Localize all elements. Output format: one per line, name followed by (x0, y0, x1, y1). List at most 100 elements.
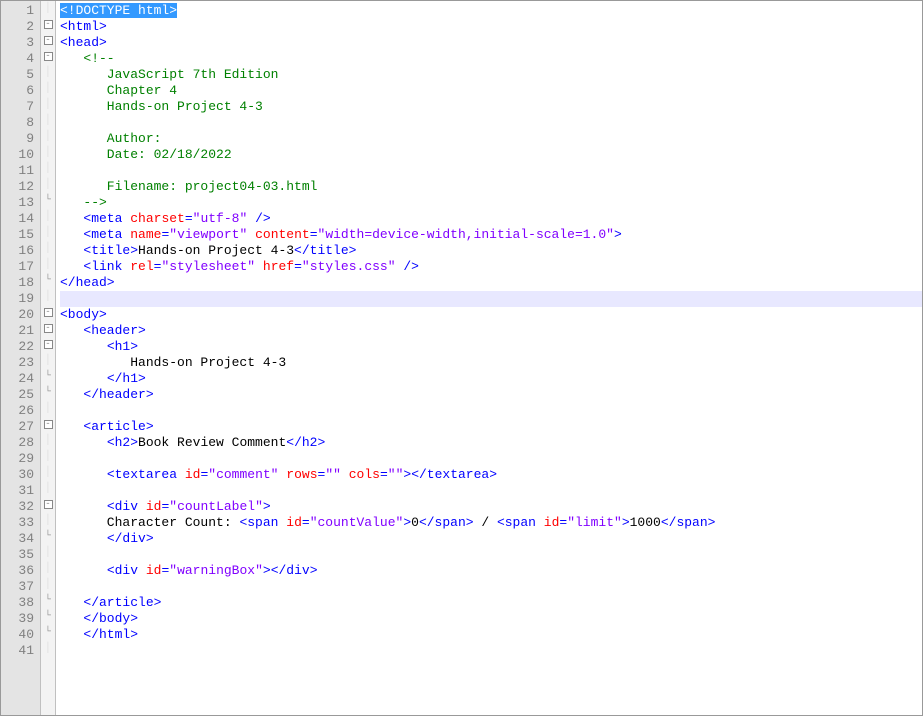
line-number[interactable]: 38 (5, 595, 34, 611)
fold-marker[interactable]: │ (41, 257, 55, 273)
fold-marker[interactable]: └ (41, 193, 55, 209)
code-line[interactable]: Character Count: <span id="countValue">0… (60, 515, 922, 531)
line-number[interactable]: 7 (5, 99, 34, 115)
code-line[interactable]: <meta name="viewport" content="width=dev… (60, 227, 922, 243)
fold-collapse-icon[interactable]: - (44, 52, 53, 61)
code-line[interactable]: <title>Hands-on Project 4-3</title> (60, 243, 922, 259)
fold-marker[interactable]: └ (41, 369, 55, 385)
fold-marker[interactable]: │ (41, 449, 55, 465)
fold-collapse-icon[interactable]: - (44, 36, 53, 45)
line-number[interactable]: 25 (5, 387, 34, 403)
fold-marker[interactable]: │ (41, 241, 55, 257)
fold-collapse-icon[interactable]: - (44, 308, 53, 317)
code-line[interactable]: Hands-on Project 4-3 (60, 99, 922, 115)
code-line[interactable]: JavaScript 7th Edition (60, 67, 922, 83)
code-line[interactable]: <div id="countLabel"> (60, 499, 922, 515)
line-number[interactable]: 20 (5, 307, 34, 323)
fold-collapse-icon[interactable]: - (44, 500, 53, 509)
code-line[interactable]: </html> (60, 627, 922, 643)
fold-marker[interactable]: │ (41, 401, 55, 417)
fold-marker[interactable]: │ (41, 145, 55, 161)
fold-marker[interactable]: │ (41, 353, 55, 369)
code-line[interactable]: <textarea id="comment" rows="" cols=""><… (60, 467, 922, 483)
code-line[interactable]: </article> (60, 595, 922, 611)
code-line[interactable] (60, 291, 922, 307)
code-line[interactable]: <link rel="stylesheet" href="styles.css"… (60, 259, 922, 275)
code-line[interactable]: <h2>Book Review Comment</h2> (60, 435, 922, 451)
line-number[interactable]: 35 (5, 547, 34, 563)
code-line[interactable] (60, 163, 922, 179)
code-line[interactable]: <!-- (60, 51, 922, 67)
code-line[interactable]: <head> (60, 35, 922, 51)
line-number[interactable]: 18 (5, 275, 34, 291)
line-number[interactable]: 2 (5, 19, 34, 35)
fold-marker[interactable]: │ (41, 513, 55, 529)
line-number[interactable]: 3 (5, 35, 34, 51)
fold-marker[interactable]: │ (41, 545, 55, 561)
fold-marker[interactable]: │ (41, 1, 55, 17)
code-line[interactable] (60, 403, 922, 419)
fold-marker[interactable]: │ (41, 433, 55, 449)
line-number[interactable]: 16 (5, 243, 34, 259)
line-number-gutter[interactable]: 1234567891011121314151617181920212223242… (1, 1, 41, 715)
fold-marker[interactable]: - (41, 321, 55, 337)
code-line[interactable]: </head> (60, 275, 922, 291)
line-number[interactable]: 31 (5, 483, 34, 499)
code-line[interactable]: <body> (60, 307, 922, 323)
code-line[interactable]: <!DOCTYPE html> (60, 3, 922, 19)
fold-marker[interactable]: │ (41, 465, 55, 481)
line-number[interactable]: 33 (5, 515, 34, 531)
line-number[interactable]: 9 (5, 131, 34, 147)
code-line[interactable]: </header> (60, 387, 922, 403)
fold-marker[interactable]: - (41, 49, 55, 65)
fold-marker[interactable]: │ (41, 97, 55, 113)
fold-collapse-icon[interactable]: - (44, 420, 53, 429)
fold-column[interactable]: │---││││││││└││││└│---│└└│-││││-│└│││└└└… (41, 1, 56, 715)
code-line[interactable]: Hands-on Project 4-3 (60, 355, 922, 371)
line-number[interactable]: 37 (5, 579, 34, 595)
code-line[interactable]: <html> (60, 19, 922, 35)
fold-marker[interactable]: │ (41, 81, 55, 97)
fold-marker[interactable]: │ (41, 65, 55, 81)
fold-marker[interactable]: └ (41, 609, 55, 625)
fold-marker[interactable]: - (41, 33, 55, 49)
line-number[interactable]: 34 (5, 531, 34, 547)
line-number[interactable]: 27 (5, 419, 34, 435)
line-number[interactable]: 41 (5, 643, 34, 659)
line-number[interactable]: 24 (5, 371, 34, 387)
fold-marker[interactable]: │ (41, 177, 55, 193)
fold-marker[interactable]: │ (41, 481, 55, 497)
line-number[interactable]: 36 (5, 563, 34, 579)
code-line[interactable] (60, 115, 922, 131)
fold-marker[interactable]: │ (41, 641, 55, 657)
code-area[interactable]: <!DOCTYPE html><html><head> <!-- JavaScr… (56, 1, 922, 715)
code-line[interactable]: </h1> (60, 371, 922, 387)
code-line[interactable]: Chapter 4 (60, 83, 922, 99)
line-number[interactable]: 17 (5, 259, 34, 275)
line-number[interactable]: 19 (5, 291, 34, 307)
line-number[interactable]: 13 (5, 195, 34, 211)
line-number[interactable]: 28 (5, 435, 34, 451)
code-line[interactable]: <header> (60, 323, 922, 339)
code-line[interactable] (60, 643, 922, 659)
code-line[interactable]: Author: (60, 131, 922, 147)
line-number[interactable]: 10 (5, 147, 34, 163)
code-line[interactable] (60, 451, 922, 467)
fold-collapse-icon[interactable]: - (44, 324, 53, 333)
fold-collapse-icon[interactable]: - (44, 340, 53, 349)
line-number[interactable]: 23 (5, 355, 34, 371)
line-number[interactable]: 5 (5, 67, 34, 83)
fold-marker[interactable]: │ (41, 289, 55, 305)
fold-marker[interactable]: └ (41, 529, 55, 545)
fold-collapse-icon[interactable]: - (44, 20, 53, 29)
fold-marker[interactable]: │ (41, 561, 55, 577)
line-number[interactable]: 8 (5, 115, 34, 131)
code-line[interactable]: <article> (60, 419, 922, 435)
fold-marker[interactable]: │ (41, 577, 55, 593)
fold-marker[interactable]: │ (41, 113, 55, 129)
code-line[interactable]: <div id="warningBox"></div> (60, 563, 922, 579)
line-number[interactable]: 29 (5, 451, 34, 467)
fold-marker[interactable]: │ (41, 225, 55, 241)
line-number[interactable]: 30 (5, 467, 34, 483)
line-number[interactable]: 1 (5, 3, 34, 19)
